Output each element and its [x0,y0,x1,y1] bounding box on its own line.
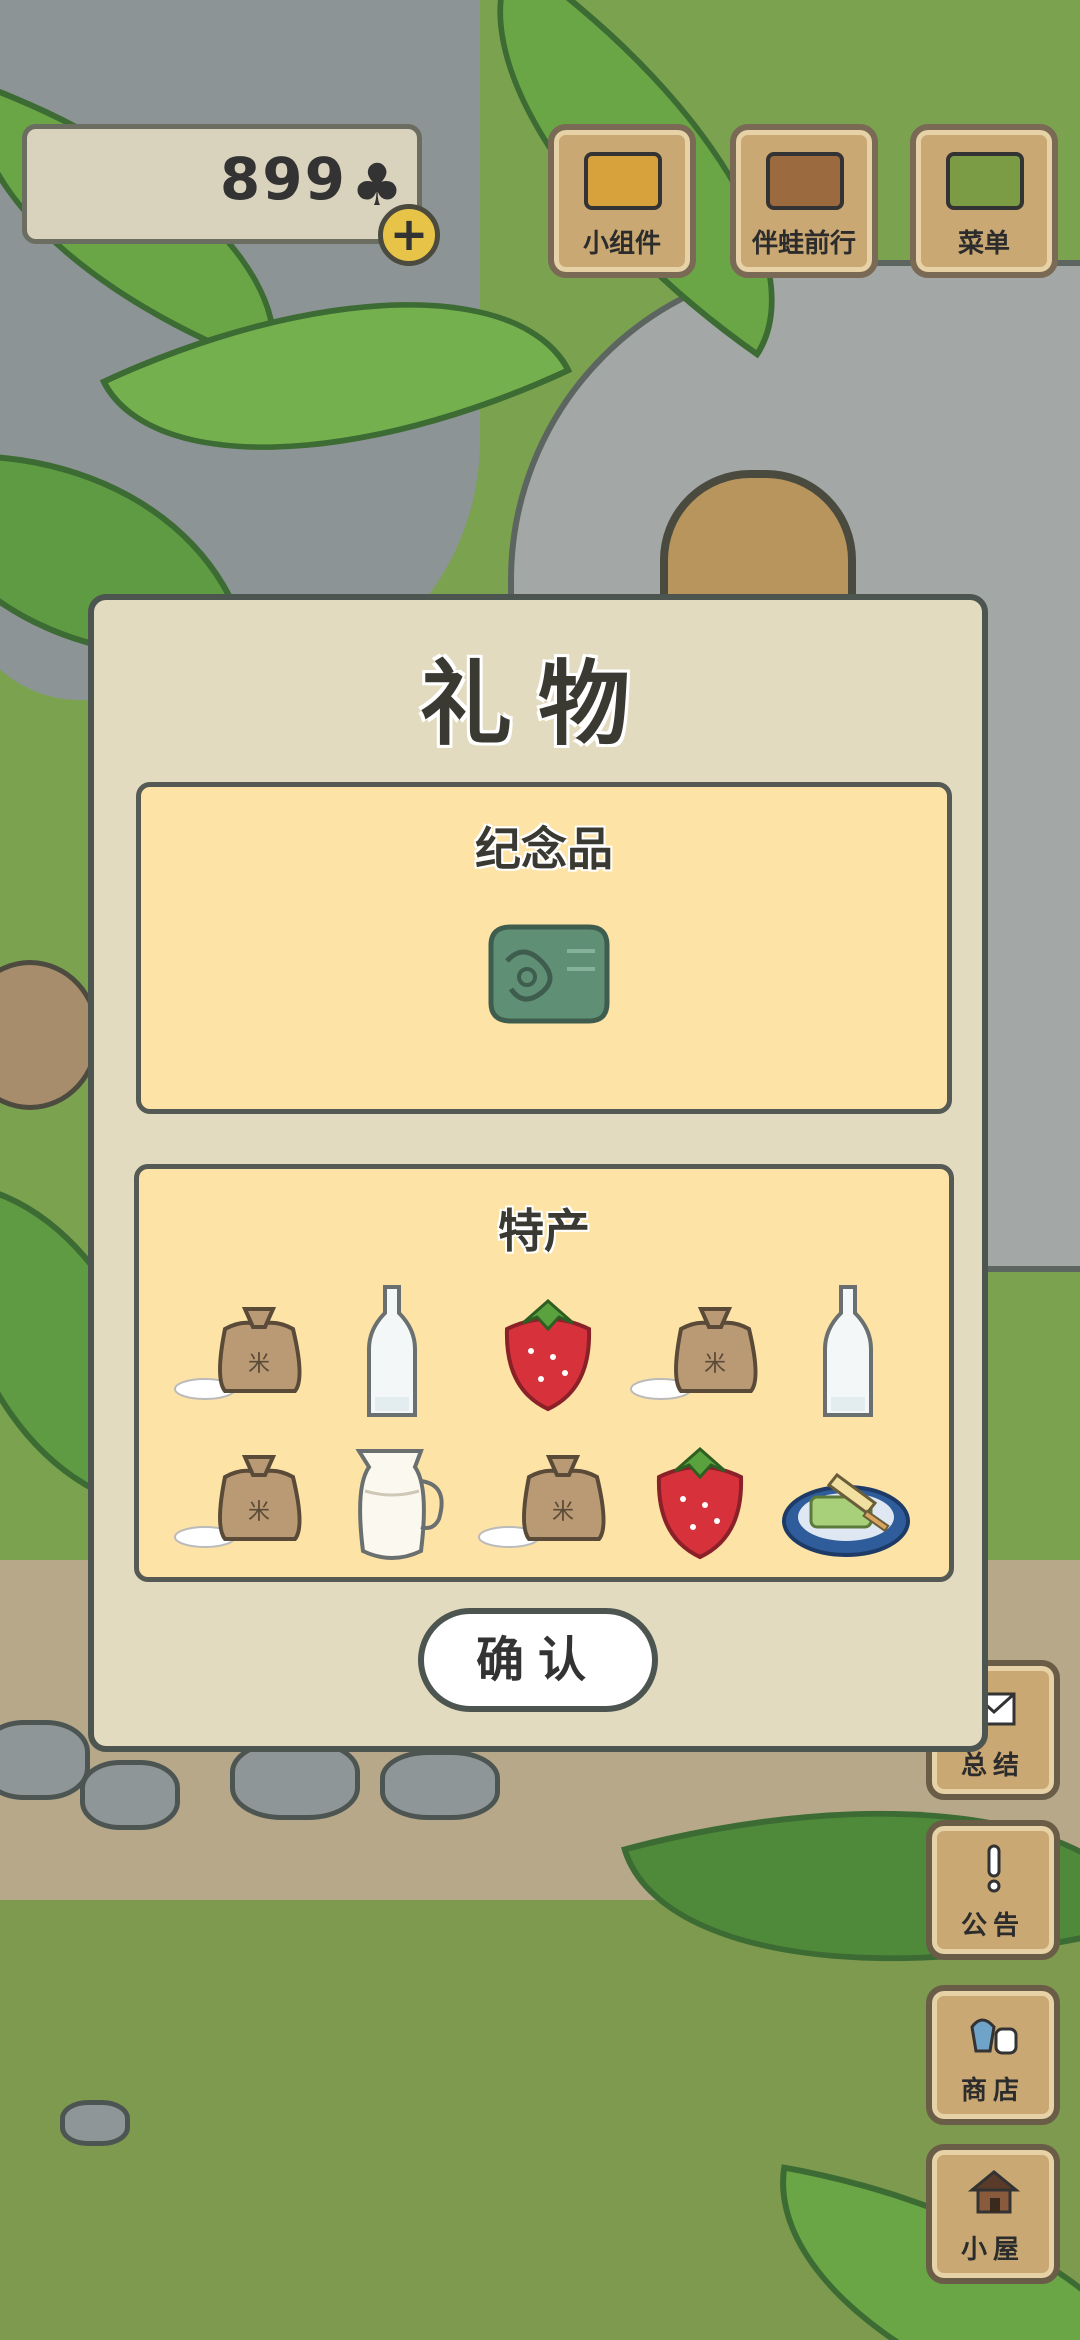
exclamation-icon [987,1844,1001,1893]
menu-button[interactable]: 菜单 [910,124,1058,278]
travel-with-frog-button[interactable]: 伴蛙前行 [730,124,878,278]
bird-visitor [0,960,100,1110]
stone [230,1740,360,1820]
stone [80,1760,180,1830]
home-label: 小屋 [960,2235,1025,2265]
svg-text:米: 米 [248,1352,270,1377]
travel-label: 伴蛙前行 [751,229,856,259]
stone [380,1750,500,1820]
svg-text:米: 米 [248,1500,270,1525]
dialog-title: 礼物 [419,651,656,758]
souvenir-panel: 纪念品 [136,782,952,1114]
milk-jug-icon[interactable] [317,1427,467,1577]
confirm-button[interactable]: 确认 [418,1608,658,1712]
menu-label: 菜单 [957,229,1010,259]
widget-icon [584,152,662,210]
add-clover-button[interactable]: + [378,204,440,266]
svg-text:米: 米 [552,1500,574,1525]
jade-plaque-icon[interactable] [471,917,621,1037]
rice-bag-icon[interactable]: 米 [621,1279,771,1429]
rice-bag-icon[interactable]: 米 [165,1279,315,1429]
rice-bag-icon[interactable]: 米 [165,1427,315,1577]
stone [0,1720,90,1800]
specialty-title: 特产 [498,1204,590,1258]
rice-bag-icon[interactable]: 米 [469,1427,619,1577]
strawberry-icon[interactable] [473,1279,623,1429]
specialty-panel: 特产 米 米 米 米 [134,1164,954,1582]
svg-text:米: 米 [704,1352,726,1377]
house-icon [968,2170,1020,2214]
clover-count: 899 [219,145,347,213]
menu-icon [946,152,1024,210]
shop-label: 商店 [960,2076,1025,2106]
shop-button[interactable]: 商店 [926,1985,1060,2125]
glass-bottle-icon[interactable] [773,1279,923,1429]
shop-bags-icon [970,2018,1018,2055]
notice-label: 公告 [960,1911,1025,1941]
widget-label: 小组件 [582,229,661,259]
strawberry-icon[interactable] [625,1427,775,1577]
clover-counter: 899 ♣ [22,124,422,244]
home-button[interactable]: 小屋 [926,2144,1060,2284]
widget-button[interactable]: 小组件 [548,124,696,278]
notice-button[interactable]: 公告 [926,1820,1060,1960]
stone [60,2100,130,2146]
travel-icon [766,152,844,210]
glass-bottle-icon[interactable] [317,1279,467,1429]
souvenir-title: 纪念品 [475,822,613,876]
popsicle-plate-icon[interactable] [771,1427,921,1577]
gift-dialog: 礼物 纪念品 特产 米 米 米 米 确认 [88,594,988,1752]
